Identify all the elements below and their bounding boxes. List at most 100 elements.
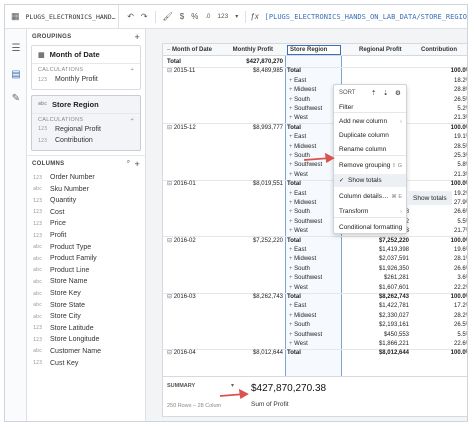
column-item[interactable]: abc Store State (27, 299, 145, 311)
column-item[interactable]: 123 Quantity (27, 195, 145, 207)
region-cell[interactable]: + South (289, 208, 310, 216)
sort-ascending-icon[interactable]: ⇡ (371, 89, 376, 97)
region-cell[interactable]: + Southwest (289, 274, 322, 282)
region-cell[interactable]: + West (289, 340, 308, 348)
table-view-icon[interactable]: ▤ (10, 69, 22, 81)
add-column-icon[interactable]: + (134, 159, 140, 169)
region-cell[interactable]: + South (289, 152, 310, 160)
undo-icon[interactable]: ↶ (127, 12, 134, 21)
menu-item[interactable]: Conditional formatting (334, 221, 406, 234)
add-calc-icon[interactable]: + (130, 67, 134, 73)
region-cell[interactable]: + Midwest (289, 255, 316, 263)
column-item[interactable]: abc Sku Number (27, 183, 145, 195)
region-cell[interactable]: + Midwest (289, 199, 316, 207)
menu-item[interactable]: Column details… ⌘ E (334, 190, 406, 203)
number-format-dropdown[interactable]: 123 (217, 13, 228, 20)
region-cell[interactable]: + East (289, 133, 306, 141)
percent-format-icon[interactable]: % (191, 12, 198, 21)
chevron-down-icon[interactable]: ▾ (235, 13, 238, 20)
region-cell[interactable]: + Midwest (289, 86, 316, 94)
menu-item[interactable]: ✓ Show totals (334, 174, 406, 187)
search-icon[interactable]: ⌕ (127, 159, 131, 169)
format-brush-icon[interactable]: ✎ (10, 93, 22, 105)
sort-options-icon[interactable]: ⚙ (395, 89, 401, 97)
calc-item[interactable]: 123 Monthly Profit (32, 74, 140, 86)
region-cell[interactable]: + South (289, 96, 310, 104)
region-cell[interactable]: Total (287, 67, 301, 75)
redo-icon[interactable]: ↷ (141, 12, 148, 21)
add-grouping-icon[interactable]: + (134, 32, 140, 42)
region-cell[interactable]: + East (289, 77, 306, 85)
column-item[interactable]: 123 Price (27, 218, 145, 230)
month-group-label[interactable]: ⊟ 2016-01 (167, 180, 196, 188)
decimal-format-icon[interactable]: .0 (205, 14, 210, 20)
region-cell[interactable]: + Southwest (289, 218, 322, 226)
region-cell[interactable]: + Southwest (289, 161, 322, 169)
region-cell[interactable]: Total (287, 124, 301, 132)
collapse-icon[interactable]: ⊟ (167, 68, 174, 74)
menu-item[interactable]: Add new column › (334, 115, 406, 128)
column-header-month[interactable]: – Month of Date (167, 47, 212, 53)
region-cell[interactable]: + West (289, 284, 308, 292)
column-item[interactable]: 123 Cust Key (27, 357, 145, 369)
paint-format-icon[interactable]: 🖌 (163, 12, 173, 21)
collapse-icon[interactable]: ⊟ (167, 238, 174, 244)
formula-bar[interactable]: [PLUGS_ELECTRONICS_HANDS_ON_LAB_DATA/STO… (259, 13, 467, 21)
column-item[interactable]: 123 Store Longitude (27, 334, 145, 346)
column-item[interactable]: abc Product Family (27, 253, 145, 265)
region-cell[interactable]: + Midwest (289, 312, 316, 320)
region-cell[interactable]: + Midwest (289, 143, 316, 151)
add-calc-icon[interactable]: + (130, 117, 134, 123)
region-cell[interactable]: + West (289, 114, 308, 122)
sort-descending-icon[interactable]: ⇣ (383, 89, 388, 97)
column-item[interactable]: 123 Profit (27, 230, 145, 242)
region-cell[interactable]: + South (289, 321, 310, 329)
column-item[interactable]: 123 Store Latitude (27, 323, 145, 335)
calc-item[interactable]: 123 Contribution (32, 135, 140, 147)
region-cell[interactable]: + Southwest (289, 331, 322, 339)
region-cell[interactable]: + West (289, 227, 308, 235)
column-header-contribution[interactable]: Contribution (421, 47, 457, 53)
collapse-icon[interactable]: ⊟ (167, 350, 174, 356)
menu-item[interactable]: Rename column (334, 143, 406, 156)
column-item[interactable]: 123 Cost (27, 207, 145, 219)
calc-item[interactable]: 123 Regional Profit (32, 124, 140, 136)
region-cell[interactable]: + East (289, 190, 306, 198)
column-item[interactable]: abc Store City (27, 311, 145, 323)
region-cell[interactable]: + South (289, 265, 310, 273)
collapse-icon[interactable]: ⊟ (167, 181, 174, 187)
region-cell[interactable]: + East (289, 246, 306, 254)
column-item[interactable]: abc Store Name (27, 276, 145, 288)
month-group-label[interactable]: ⊟ 2015-12 (167, 124, 196, 132)
column-item[interactable]: abc Product Line (27, 265, 145, 277)
month-group-label[interactable]: ⊟ 2015-11 (167, 67, 195, 75)
region-cell[interactable]: Total (287, 293, 301, 301)
region-cell[interactable]: Total (287, 237, 301, 245)
month-group-label[interactable]: ⊟ 2016-04 (167, 349, 196, 357)
menu-item[interactable]: Transform › (334, 205, 406, 218)
column-item[interactable]: 123 Order Number (27, 172, 145, 184)
column-item[interactable]: abc Store Key (27, 288, 145, 300)
region-cell[interactable]: + West (289, 171, 308, 179)
region-cell[interactable]: + Southwest (289, 105, 322, 113)
currency-format-icon[interactable]: $ (180, 12, 184, 21)
column-header-monthly-profit[interactable]: Monthly Profit (233, 47, 273, 53)
column-item[interactable]: abc Product Type (27, 241, 145, 253)
column-header-store-region[interactable]: Store Region (287, 44, 341, 55)
column-item[interactable]: abc Customer Name (27, 346, 145, 358)
element-title[interactable]: PLUGS_ELECTRONICS_HAND… (26, 13, 116, 21)
summary-value[interactable]: $427,870,270.38 (251, 383, 326, 394)
collapse-icon[interactable]: ⊟ (167, 125, 174, 131)
menu-item[interactable]: Filter (334, 101, 406, 114)
month-group-label[interactable]: ⊟ 2016-02 (167, 237, 196, 245)
region-cell[interactable]: + East (289, 302, 306, 310)
collapse-icon[interactable]: ⊟ (167, 294, 174, 300)
grouping-card-month[interactable]: ▦ Month of Date CALCULATIONS + 123 Monthly… (31, 45, 141, 90)
menu-item[interactable]: Duplicate column (334, 129, 406, 142)
chevron-down-icon[interactable]: ▾ (231, 382, 234, 389)
column-header-regional-profit[interactable]: Regional Profit (359, 47, 402, 53)
properties-icon[interactable]: ☰ (10, 43, 22, 55)
region-cell[interactable]: Total (287, 180, 301, 188)
menu-item[interactable]: Remove grouping ⇧ G (334, 159, 406, 172)
month-group-label[interactable]: ⊟ 2016-03 (167, 293, 196, 301)
